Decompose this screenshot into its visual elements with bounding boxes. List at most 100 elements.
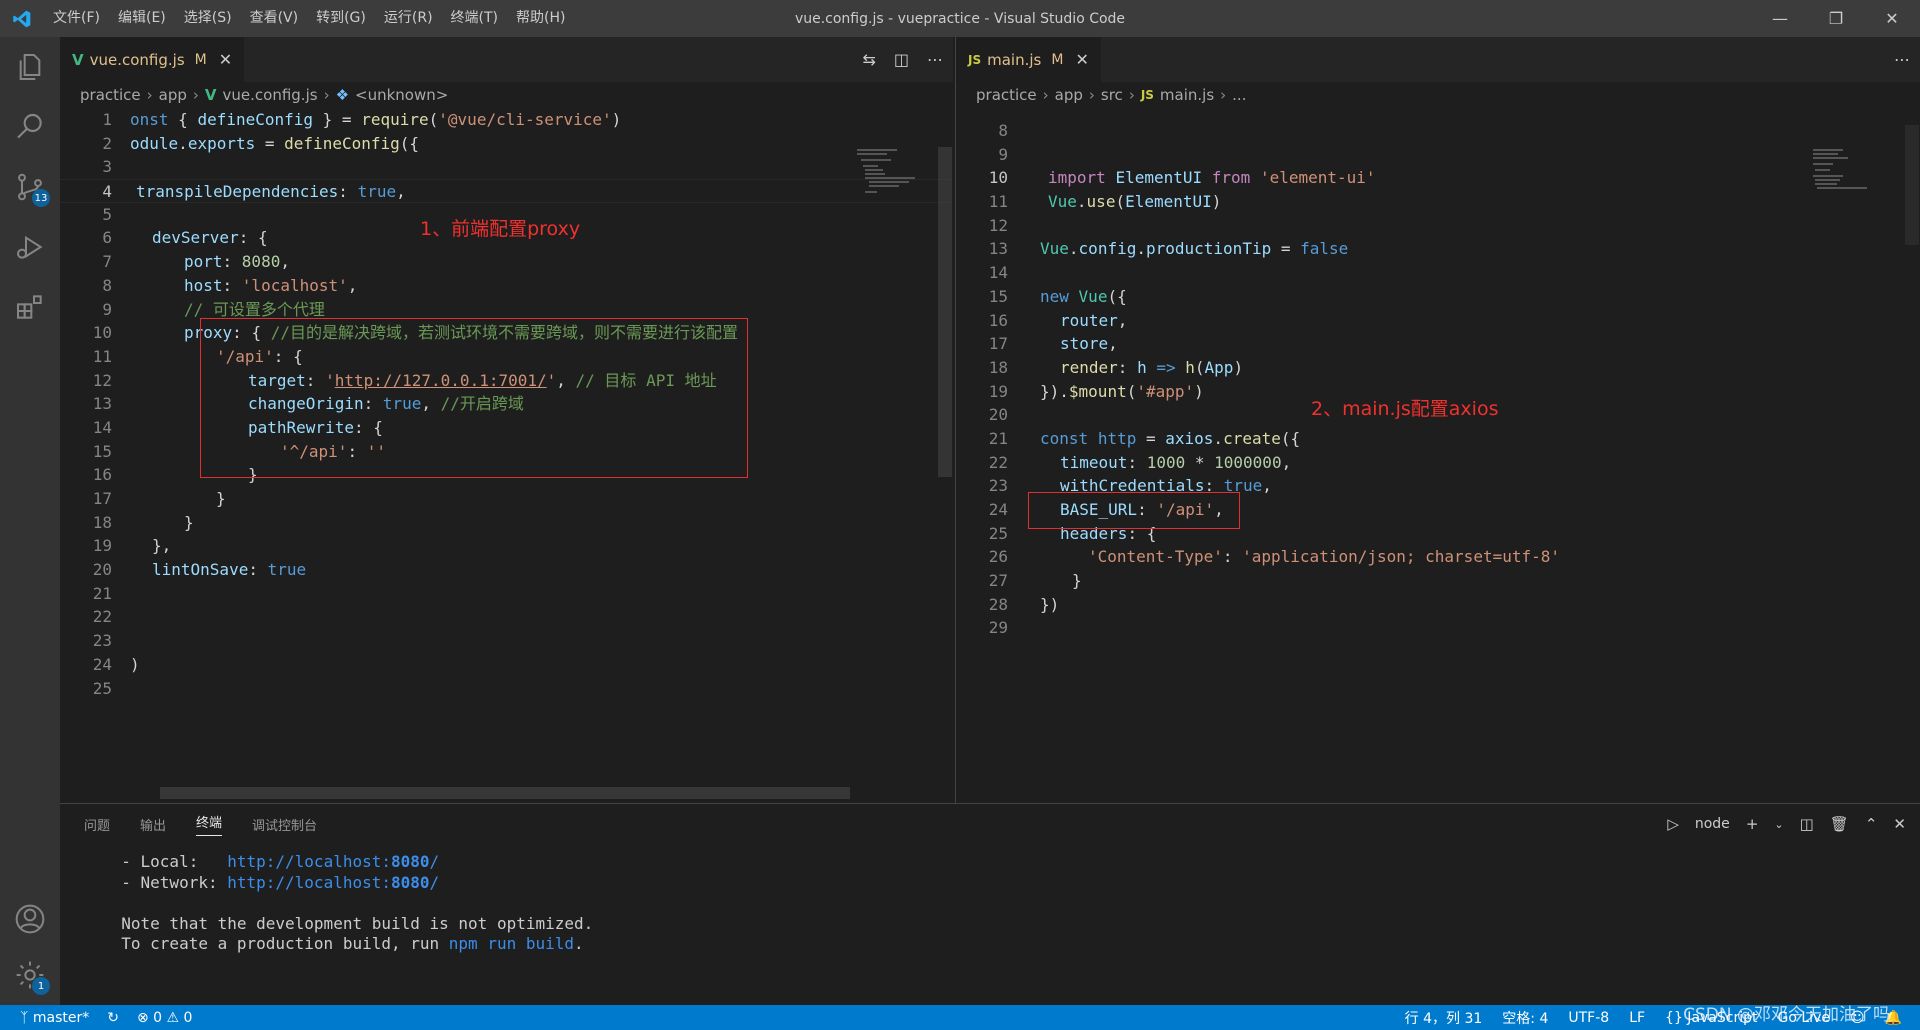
- source-control-badge: 13: [32, 189, 50, 207]
- terminal-line: - Network: http://localhost:8080/: [102, 872, 440, 892]
- close-tab-icon[interactable]: ✕: [219, 50, 232, 69]
- explorer-icon[interactable]: [0, 37, 60, 97]
- warning-icon: ⚠: [166, 1009, 180, 1026]
- tab-debug-console[interactable]: 调试控制台: [252, 815, 317, 834]
- symbol-icon: ❖: [335, 86, 350, 104]
- horizontal-scrollbar[interactable]: [160, 787, 850, 799]
- search-icon[interactable]: [0, 97, 60, 157]
- git-branch-icon: ᛉ: [20, 1009, 29, 1026]
- chevron-right-icon: ›: [323, 86, 330, 104]
- modified-indicator: M: [1051, 51, 1064, 68]
- chevron-right-icon: ›: [146, 86, 153, 104]
- cursor-position[interactable]: 行 4，列 31: [1405, 1008, 1483, 1028]
- breadcrumb-item[interactable]: main.js: [1160, 86, 1214, 104]
- problems-indicator[interactable]: ⊗ 0 ⚠ 0: [137, 1010, 193, 1026]
- title-bar: 文件(F) 编辑(E) 选择(S) 查看(V) 转到(G) 运行(R) 终端(T…: [0, 0, 1920, 37]
- menu-file[interactable]: 文件(F): [44, 0, 109, 37]
- source-control-icon[interactable]: 13: [0, 157, 60, 217]
- more-actions-icon[interactable]: ⋯: [1894, 50, 1910, 69]
- code-line: 4 transpileDependencies: true,: [60, 179, 953, 203]
- compare-changes-icon[interactable]: ⇆: [862, 50, 875, 69]
- breadcrumb-item[interactable]: vue.config.js: [223, 86, 318, 104]
- breadcrumb-item[interactable]: practice: [80, 86, 141, 104]
- run-debug-icon[interactable]: [0, 217, 60, 277]
- panel-tabs: 问题 输出 终端 调试控制台 ▷ node + ⌄ ◫ 🗑 ⌃ ✕: [60, 804, 1920, 844]
- restore-icon[interactable]: ❐: [1808, 0, 1864, 37]
- tab-main-js[interactable]: JS main.js M ✕: [956, 37, 1101, 82]
- breadcrumb-item[interactable]: ...: [1232, 86, 1246, 104]
- code-line: 12: [988, 215, 1008, 235]
- tab-terminal[interactable]: 终端: [196, 812, 223, 836]
- menu-edit[interactable]: 编辑(E): [109, 0, 175, 37]
- right-editor-group: JS main.js M ✕ ⋯ practice › app › src › JS …: [955, 37, 1920, 803]
- annotation-proxy: 1、前端配置proxy: [420, 218, 581, 240]
- terminal-line: To create a production build, run npm ru…: [102, 934, 584, 953]
- terminal-line: Note that the development build is not o…: [102, 913, 594, 933]
- breadcrumb-item[interactable]: <unknown>: [355, 86, 448, 104]
- tab-output[interactable]: 输出: [140, 815, 166, 834]
- code-editor-left[interactable]: 1 onst { defineConfig } = require('@vue/c…: [60, 108, 953, 803]
- account-icon[interactable]: [0, 889, 60, 949]
- vue-file-icon: V: [72, 50, 84, 69]
- manage-gear-icon[interactable]: 1: [0, 945, 60, 1005]
- close-panel-icon[interactable]: ✕: [1893, 815, 1906, 833]
- menu-view[interactable]: 查看(V): [241, 0, 308, 37]
- breadcrumb: practice › app › src › JS main.js › ...: [956, 82, 1920, 108]
- menu-run[interactable]: 运行(R): [375, 0, 442, 37]
- more-actions-icon[interactable]: ⋯: [927, 50, 943, 69]
- breadcrumb-item[interactable]: practice: [976, 86, 1037, 104]
- split-terminal-icon[interactable]: ◫: [1800, 815, 1814, 833]
- terminal-output[interactable]: - Local: http://localhost:8080/ - Networ…: [60, 844, 1920, 955]
- panel-actions: ▷ node + ⌄ ◫ 🗑 ⌃ ✕: [1667, 804, 1906, 844]
- menu-help[interactable]: 帮助(H): [507, 0, 574, 37]
- breadcrumb-item[interactable]: src: [1101, 86, 1123, 104]
- vertical-scrollbar[interactable]: [938, 147, 952, 477]
- code-line: 28}): [988, 594, 1060, 614]
- code-line: 9: [998, 144, 1008, 164]
- menu-terminal[interactable]: 终端(T): [442, 0, 507, 37]
- code-line: 23 withCredentials: true,: [988, 476, 1272, 496]
- editor-actions: ⇆ ◫ ⋯: [862, 37, 943, 82]
- split-editor-icon[interactable]: ◫: [894, 50, 909, 69]
- branch-indicator[interactable]: ᛉ master*: [20, 1010, 89, 1026]
- code-line: 2 odule.exports = defineConfig({: [102, 133, 420, 153]
- code-line: 16 router,: [988, 310, 1128, 330]
- left-editor-group: V vue.config.js M ✕ ⇆ ◫ ⋯ practice › app ›…: [60, 37, 953, 803]
- maximize-panel-icon[interactable]: ⌃: [1865, 815, 1878, 833]
- minimize-icon[interactable]: —: [1752, 0, 1808, 37]
- encoding[interactable]: UTF-8: [1568, 1010, 1609, 1026]
- minimap[interactable]: [855, 147, 935, 202]
- code-line: 17}: [92, 489, 226, 508]
- extensions-icon[interactable]: [0, 277, 60, 337]
- code-editor-right[interactable]: 8 9 10 import ElementUI from 'element-ui'…: [956, 119, 1920, 803]
- minimap[interactable]: [1811, 147, 1891, 202]
- tab-vue-config[interactable]: V vue.config.js M ✕: [60, 37, 245, 82]
- indentation[interactable]: 空格: 4: [1502, 1008, 1548, 1028]
- vertical-scrollbar[interactable]: [1905, 125, 1919, 245]
- window-controls: — ❐ ✕: [1752, 0, 1920, 37]
- close-tab-icon[interactable]: ✕: [1075, 50, 1088, 69]
- close-window-icon[interactable]: ✕: [1864, 0, 1920, 37]
- js-file-icon: JS: [1140, 88, 1154, 102]
- menu-go[interactable]: 转到(G): [307, 0, 375, 37]
- code-line: 25: [92, 678, 112, 698]
- code-line: 19},: [92, 536, 172, 556]
- menu-selection[interactable]: 选择(S): [175, 0, 241, 37]
- breadcrumb-item[interactable]: app: [159, 86, 187, 104]
- code-line: 21 const http = axios.create({: [988, 428, 1301, 448]
- chevron-down-icon[interactable]: ⌄: [1774, 818, 1783, 831]
- tab-problems[interactable]: 问题: [84, 815, 110, 834]
- end-of-line[interactable]: LF: [1629, 1010, 1645, 1026]
- code-line: 14 pathRewrite: {: [92, 417, 383, 437]
- trash-icon[interactable]: 🗑: [1830, 815, 1849, 833]
- code-line: 22 timeout: 1000 * 1000000,: [988, 452, 1292, 472]
- sync-icon[interactable]: ↻: [107, 1010, 119, 1026]
- left-tab-bar: V vue.config.js M ✕ ⇆ ◫ ⋯: [60, 37, 953, 82]
- breadcrumb-item[interactable]: app: [1055, 86, 1083, 104]
- code-line: 8 host: 'localhost',: [102, 275, 358, 295]
- tab-label: main.js: [987, 50, 1042, 69]
- chevron-right-icon: ›: [192, 86, 199, 104]
- new-terminal-icon[interactable]: +: [1746, 815, 1759, 833]
- terminal-selector[interactable]: node: [1695, 816, 1730, 832]
- chevron-right-icon: ›: [1088, 86, 1095, 104]
